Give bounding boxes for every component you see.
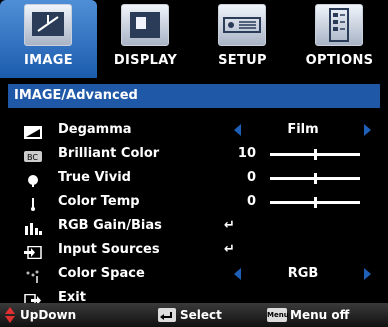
true-vivid-value: 0 [246,170,256,185]
tab-display-label: DISPLAY [113,53,178,68]
row-true-vivid[interactable]: True Vivid 0 [8,166,380,190]
footer-menu-off-label: Menu off [290,308,350,322]
page-title: IMAGE/Advanced [14,88,138,103]
arrow-right-icon[interactable] [364,268,371,280]
true-vivid-slider[interactable] [270,173,360,184]
color-space-value: RGB [287,266,319,281]
row-color-temp[interactable]: Color Temp 0 [8,190,380,214]
brilliant-color-value: 10 [237,146,256,161]
arrow-left-icon[interactable] [234,268,241,280]
tab-image-label: IMAGE [24,53,73,68]
row-rgb-gain-bias[interactable]: RGB Gain/Bias ↵ [8,214,380,238]
row-input-sources[interactable]: Input Sources ↵ [8,238,380,262]
row-brilliant-color[interactable]: BC Brilliant Color 10 [8,142,380,166]
row-degamma[interactable]: Degamma Film [8,118,380,142]
arrow-left-icon[interactable] [234,124,241,136]
row-label: True Vivid [58,170,131,185]
rgb-gain-icon [24,220,42,235]
row-label: Color Temp [58,194,140,209]
row-label: Input Sources [58,242,160,257]
tab-options[interactable]: OPTIONS [291,0,388,78]
brilliant-color-icon: BC [24,148,42,162]
true-vivid-icon [24,172,42,187]
updown-arrows-icon [5,307,15,323]
brilliant-color-slider[interactable] [270,149,360,160]
arrow-right-icon[interactable] [364,124,371,136]
tab-options-label: OPTIONS [305,53,374,68]
osd-menu: IMAGE DISPLAY SETUP OPTIONS IMAGE/Advanc… [0,0,388,327]
section-header: IMAGE/Advanced [8,84,380,108]
enter-key-icon [158,308,176,322]
tab-bar: IMAGE DISPLAY SETUP OPTIONS [0,0,388,78]
slider-knob[interactable] [313,197,317,208]
color-temp-icon [24,196,42,211]
row-label: Degamma [58,122,132,137]
display-tab-icon [121,4,169,46]
slider-knob[interactable] [313,173,317,184]
degamma-value: Film [287,122,319,137]
tab-setup[interactable]: SETUP [194,0,291,78]
enter-icon[interactable]: ↵ [224,218,235,233]
tab-image[interactable]: IMAGE [0,0,97,78]
footer-bar: UpDown Select Menu Menu off [0,303,388,327]
footer-updown-label: UpDown [20,308,77,322]
input-sources-icon [24,244,42,260]
setup-tab-icon [218,4,266,46]
row-label: Color Space [58,266,145,281]
row-label: RGB Gain/Bias [58,218,162,233]
degamma-icon [24,124,42,139]
settings-list: Degamma Film BC Brilliant Color 10 True … [8,112,380,308]
tab-setup-label: SETUP [218,53,267,68]
slider-knob[interactable] [313,149,317,160]
row-color-space[interactable]: Color Space RGB [8,262,380,286]
color-temp-slider[interactable] [270,197,360,208]
svg-text:BC: BC [27,153,38,162]
enter-icon[interactable]: ↵ [224,242,235,257]
color-space-icon [24,268,42,283]
tab-display[interactable]: DISPLAY [97,0,194,78]
image-tab-icon [24,4,72,46]
color-temp-value: 0 [246,194,256,209]
menu-key-icon: Menu [267,308,289,322]
row-label: Brilliant Color [58,146,160,161]
options-tab-icon [315,4,363,46]
footer-select-label: Select [180,308,222,322]
